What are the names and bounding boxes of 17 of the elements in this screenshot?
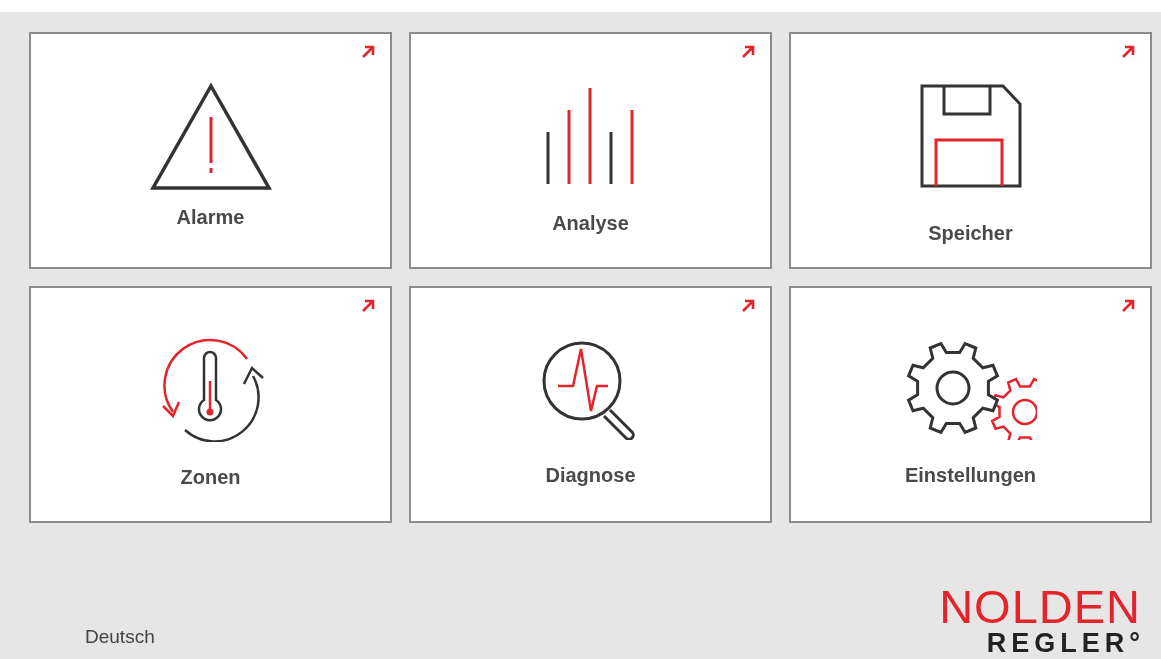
menu-tile[interactable]: Diagnose [409,286,772,523]
menu-tile[interactable]: Einstellungen [789,286,1152,523]
logo-wordmark: NOLDEN [939,583,1141,630]
arrow-icon [360,298,376,314]
arrow-icon [740,298,756,314]
arrow-icon [1120,44,1136,60]
menu-tile[interactable]: Analyse [409,32,772,269]
arrow-icon [1120,298,1136,314]
menu-tile[interactable]: Alarme [29,32,392,269]
language-link[interactable]: Deutsch [85,622,155,651]
arrow-icon [740,44,756,60]
menu-tile[interactable]: Speicher [789,32,1152,269]
warning-icon [149,83,272,191]
logo-tagline: REGLER° [986,630,1145,657]
menu-tile[interactable]: Zonen [29,286,392,523]
bar-chart-icon [544,86,637,186]
arrow-icon [360,44,376,60]
